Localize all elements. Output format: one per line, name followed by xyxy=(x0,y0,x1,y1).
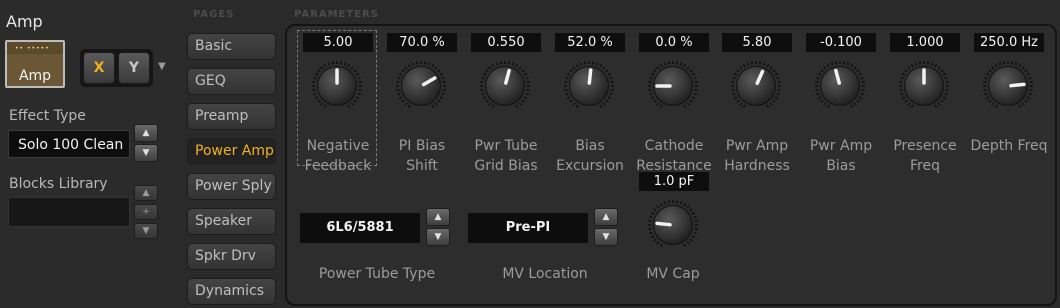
parameters-header: PARAMETERS xyxy=(294,9,379,20)
mv-location-select[interactable]: Pre-PI xyxy=(468,213,588,243)
effect-type-down-button[interactable]: ▼ xyxy=(134,144,158,162)
mv-cap-knob[interactable] xyxy=(646,198,700,252)
effect-type-stepper: ▲ ▼ xyxy=(134,124,158,164)
effect-type-label: Effect Type xyxy=(9,108,86,124)
cathode-resistance-knob[interactable] xyxy=(646,59,700,113)
presence-freq-knob[interactable] xyxy=(897,59,951,113)
pwr-tube-grid-bias-knob[interactable] xyxy=(478,59,532,113)
block-title: Amp xyxy=(6,12,43,31)
mv-location-label: MV Location xyxy=(502,266,588,282)
page-tab-spkr-drv[interactable]: Spkr Drv xyxy=(187,243,276,270)
amp-block-icon[interactable]: •• ••••• Amp xyxy=(5,40,65,88)
presence-freq-label: Presence Freq xyxy=(893,138,957,174)
effect-type-select[interactable]: Solo 100 Clean xyxy=(8,130,130,158)
knob-body xyxy=(821,67,859,105)
page-tab-power-sply[interactable]: Power Sply xyxy=(187,173,276,200)
power-tube-type-label: Power Tube Type xyxy=(318,266,436,282)
mv-cap-label: MV Cap xyxy=(646,266,700,282)
mv-cap-value[interactable]: 1.0 pF xyxy=(639,172,709,191)
mv-location-up-button[interactable]: ▲ xyxy=(594,208,618,226)
knob-body xyxy=(486,67,524,105)
page-tab-geq[interactable]: GEQ xyxy=(187,68,276,95)
pi-bias-shift-label: PI Bias Shift xyxy=(398,138,446,174)
negative-feedback-value[interactable]: 5.00 xyxy=(303,33,373,52)
mv-location-stepper: ▲ ▼ xyxy=(594,208,618,248)
depth-freq-knob[interactable] xyxy=(981,59,1035,113)
pwr-amp-bias-value[interactable]: -0.100 xyxy=(806,33,876,52)
depth-freq-label: Depth Freq xyxy=(970,138,1048,154)
power-tube-type-select[interactable]: 6L6/5881 xyxy=(300,213,420,243)
mv-location-down-button[interactable]: ▼ xyxy=(594,228,618,246)
pwr-amp-hardness-knob[interactable] xyxy=(729,59,783,113)
cathode-resistance-value[interactable]: 0.0 % xyxy=(639,33,709,52)
knob-body xyxy=(402,67,440,105)
knob-pointer xyxy=(587,68,593,85)
presence-freq-value[interactable]: 1.000 xyxy=(890,33,960,52)
negative-feedback-knob[interactable] xyxy=(310,59,364,113)
blocks-library-select[interactable] xyxy=(8,197,130,227)
depth-freq-value[interactable]: 250.0 Hz xyxy=(974,33,1044,52)
block-panel: Amp •• ••••• Amp X Y ▼ Effect Type Solo … xyxy=(0,0,178,308)
page-tab-speaker[interactable]: Speaker xyxy=(187,208,276,235)
pwr-tube-grid-bias-value[interactable]: 0.550 xyxy=(471,33,541,52)
pwr-tube-grid-bias-label: Pwr Tube Grid Bias xyxy=(474,138,538,174)
negative-feedback-label: Negative Feedback xyxy=(304,138,372,174)
bias-excursion-value[interactable]: 52.0 % xyxy=(555,33,625,52)
pwr-amp-hardness-label: Pwr Amp Hardness xyxy=(724,138,790,174)
blocks-library-label: Blocks Library xyxy=(9,176,108,192)
bias-excursion-label: Bias Excursion xyxy=(556,138,624,174)
pwr-amp-bias-knob[interactable] xyxy=(813,59,867,113)
x-scene-button[interactable]: X xyxy=(83,52,115,84)
effect-type-up-button[interactable]: ▲ xyxy=(134,124,158,142)
page-tab-preamp[interactable]: Preamp xyxy=(187,103,276,130)
pages-header: PAGES xyxy=(193,9,235,20)
pwr-amp-hardness-value[interactable]: 5.80 xyxy=(722,33,792,52)
knob-pointer xyxy=(1009,82,1026,88)
pi-bias-shift-knob[interactable] xyxy=(394,59,448,113)
knob-body xyxy=(737,67,775,105)
blocks-library-stepper: ▲ + ▼ xyxy=(134,185,158,241)
bias-excursion-knob[interactable] xyxy=(562,59,616,113)
power-tube-type-up-button[interactable]: ▲ xyxy=(426,208,450,226)
power-tube-type-stepper: ▲ ▼ xyxy=(426,208,450,248)
amp-knobs-icon: •• ••••• xyxy=(15,45,50,52)
power-tube-type-down-button[interactable]: ▼ xyxy=(426,228,450,246)
xy-menu-chevron-down-icon[interactable]: ▼ xyxy=(158,61,166,72)
y-scene-button[interactable]: Y xyxy=(118,52,150,84)
page-tab-power-amp[interactable]: Power Amp xyxy=(187,138,276,165)
knob-pointer xyxy=(655,221,672,227)
blocks-library-down-button[interactable]: ▼ xyxy=(134,223,158,239)
pwr-amp-bias-label: Pwr Amp Bias xyxy=(809,138,873,174)
blocks-library-up-button[interactable]: ▲ xyxy=(134,185,158,201)
amp-icon-label: Amp xyxy=(18,68,52,84)
page-tab-basic[interactable]: Basic xyxy=(187,33,276,60)
page-tab-dynamics[interactable]: Dynamics xyxy=(187,278,276,305)
pi-bias-shift-value[interactable]: 70.0 % xyxy=(387,33,457,52)
blocks-library-add-button[interactable]: + xyxy=(134,204,158,220)
cathode-resistance-label: Cathode Resistance xyxy=(636,138,712,174)
